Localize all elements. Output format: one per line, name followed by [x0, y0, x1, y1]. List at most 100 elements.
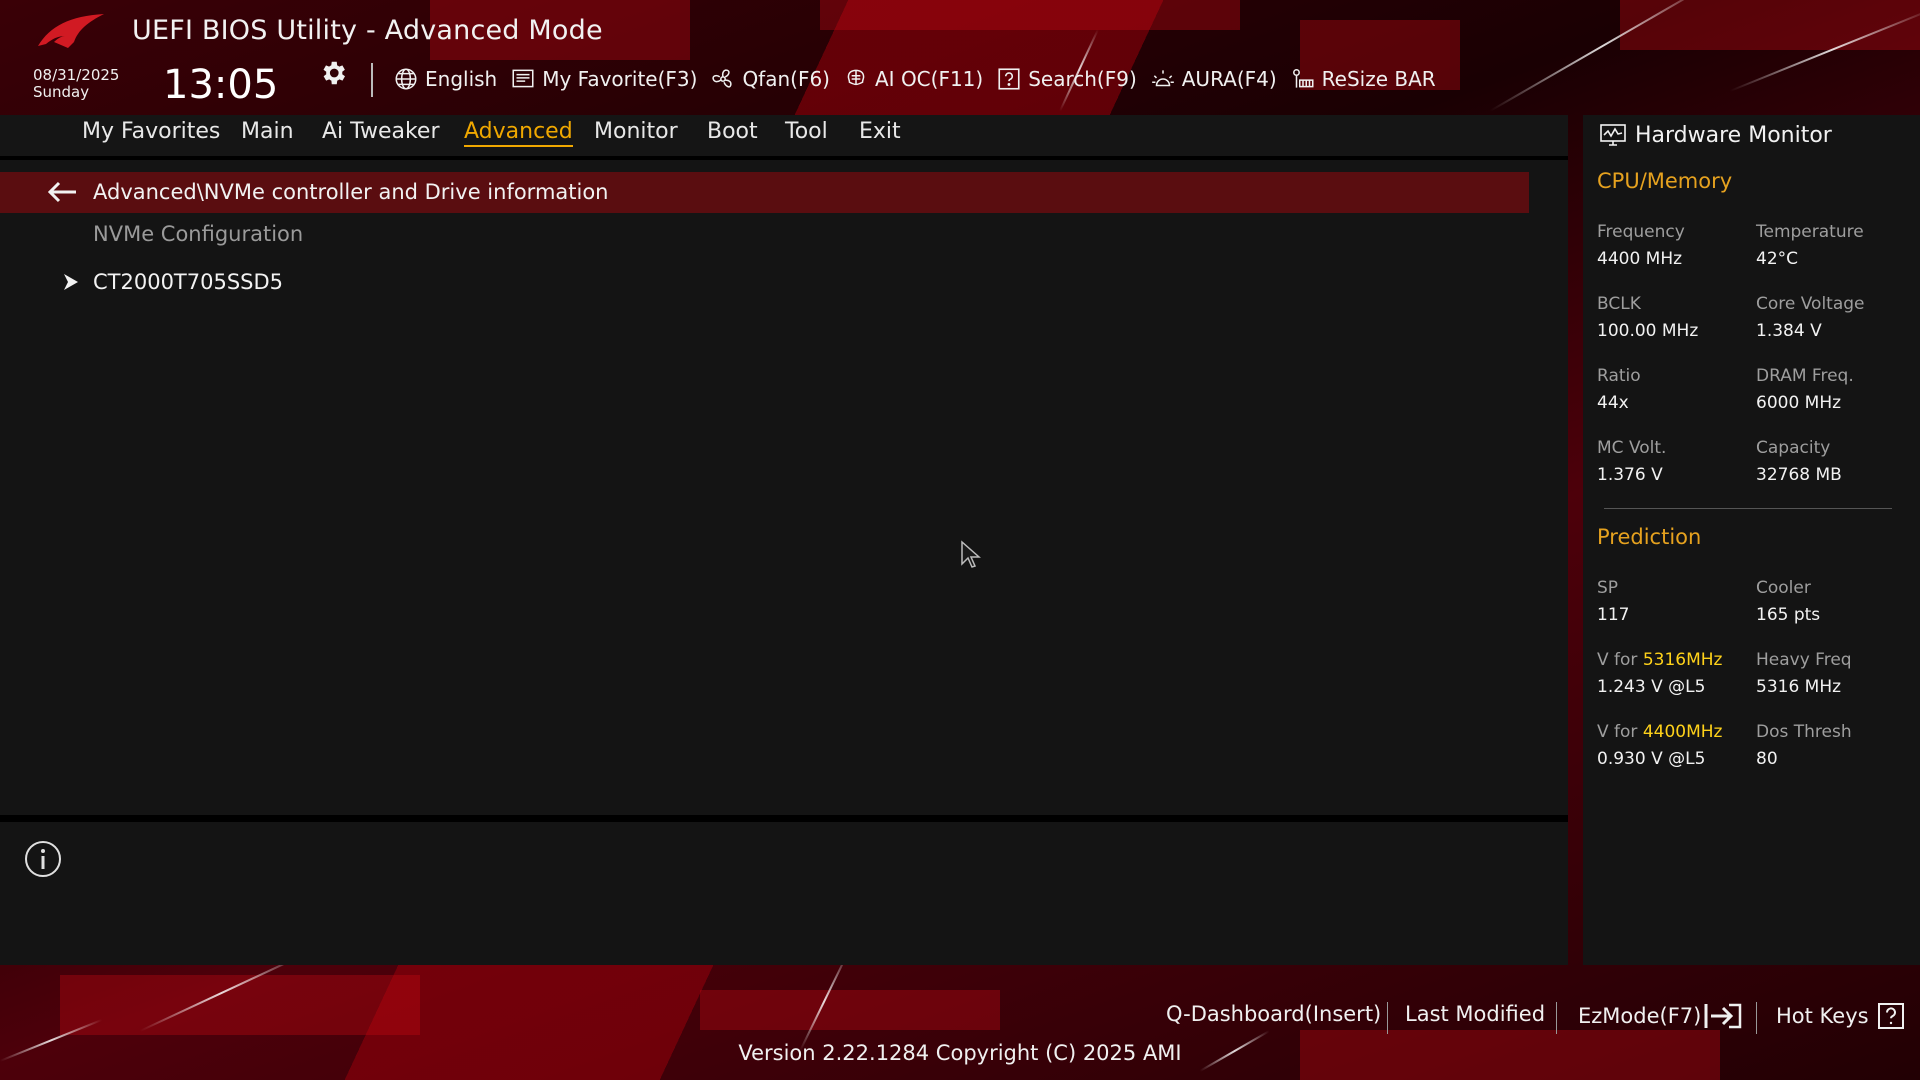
main-panel: Advanced\NVMe controller and Drive infor… [0, 160, 1568, 815]
sp-label: SP [1597, 578, 1619, 598]
resize-bar-button[interactable]: ReSize BAR [1290, 66, 1436, 92]
frequency-value: 4400 MHz [1597, 249, 1683, 269]
search-label: Search(F9) [1028, 67, 1137, 91]
capacity-value: 32768 MB [1756, 465, 1842, 485]
my-favorite-button[interactable]: My Favorite(F3) [510, 66, 697, 92]
hot-keys-label: Hot Keys [1776, 1004, 1869, 1028]
hardware-monitor-header: Hardware Monitor [1599, 115, 1832, 155]
dram-freq-label: DRAM Freq. [1756, 366, 1854, 386]
v-for-high-freq: 5316MHz [1642, 650, 1723, 670]
q-dashboard-label: Q-Dashboard(Insert) [1166, 1002, 1382, 1026]
aura-button[interactable]: AURA(F4) [1150, 66, 1277, 92]
nvme-drive-item[interactable]: CT2000T705SSD5 [62, 268, 1462, 302]
hardware-monitor-divider [1604, 508, 1892, 509]
cooler-label: Cooler [1756, 578, 1811, 598]
language-button[interactable]: English [393, 66, 497, 92]
tab-main[interactable]: Main [241, 119, 294, 144]
help-info-panel [0, 822, 1568, 965]
nvme-drive-label: CT2000T705SSD5 [93, 270, 284, 294]
hardware-monitor-panel: Hardware Monitor CPU/Memory Frequency 44… [1583, 115, 1920, 965]
heavy-freq-value: 5316 MHz [1756, 677, 1842, 697]
ezmode-label: EzMode(F7) [1578, 1004, 1702, 1028]
dos-thresh-value: 80 [1756, 749, 1778, 769]
toolbar: English My Favorite(F3) Qfan(F6) AI OC(F… [393, 61, 1449, 97]
help-question-icon [1877, 1003, 1904, 1029]
monitor-icon [1600, 124, 1626, 146]
footer-separator [1756, 1002, 1757, 1034]
prediction-title: Prediction [1597, 525, 1702, 549]
mouse-cursor-icon [961, 540, 981, 568]
exit-arrow-icon [1704, 1003, 1742, 1029]
rog-logo-icon [38, 14, 104, 48]
aura-label: AURA(F4) [1181, 67, 1277, 91]
tab-tool[interactable]: Tool [785, 119, 828, 144]
cooler-value: 165 pts [1756, 605, 1821, 625]
back-arrow-icon[interactable] [46, 180, 78, 204]
footer-separator [1387, 1002, 1388, 1034]
tab-advanced[interactable]: Advanced [464, 119, 573, 147]
header-bar: UEFI BIOS Utility - Advanced Mode 08/31/… [0, 0, 1920, 115]
weekday-text: Sunday [33, 83, 90, 101]
core-voltage-value: 1.384 V [1756, 321, 1822, 341]
gear-icon[interactable] [318, 58, 348, 88]
ratio-label: Ratio [1597, 366, 1641, 386]
dram-freq-value: 6000 MHz [1756, 393, 1842, 413]
bclk-label: BCLK [1597, 294, 1641, 314]
chevron-right-icon [64, 274, 78, 290]
qfan-button[interactable]: Qfan(F6) [710, 66, 830, 92]
tab-my-favorites[interactable]: My Favorites [82, 119, 220, 144]
frequency-label: Frequency [1597, 222, 1685, 242]
v-for-high-value: 1.243 V @L5 [1597, 677, 1706, 697]
breadcrumb-path: Advanced\NVMe controller and Drive infor… [93, 180, 609, 204]
hardware-monitor-title: Hardware Monitor [1635, 122, 1832, 148]
ai-oc-label: AI OC(F11) [875, 67, 984, 91]
tab-boot[interactable]: Boot [707, 119, 758, 144]
tab-monitor[interactable]: Monitor [594, 119, 678, 144]
section-label: NVMe Configuration [93, 222, 304, 246]
mc-volt-label: MC Volt. [1597, 438, 1667, 458]
ai-oc-icon [847, 69, 865, 86]
v-for-low-freq: 4400MHz [1642, 722, 1723, 742]
qfan-label: Qfan(F6) [742, 67, 830, 91]
search-button[interactable]: Search(F9) [996, 66, 1137, 92]
bclk-value: 100.00 MHz [1597, 321, 1699, 341]
aura-icon [1151, 70, 1174, 87]
v-for-low-prefix: V for [1597, 722, 1643, 742]
footer-separator [1556, 1002, 1557, 1034]
header-separator [371, 63, 373, 97]
search-help-icon [998, 68, 1020, 90]
temperature-value: 42°C [1756, 249, 1799, 269]
ai-oc-button[interactable]: AI OC(F11) [843, 66, 983, 92]
my-favorite-label: My Favorite(F3) [542, 67, 698, 91]
cpu-memory-title: CPU/Memory [1597, 169, 1733, 193]
menu-tabs: My Favorites Main Ai Tweaker Advanced Mo… [0, 115, 1568, 156]
date-display: 08/31/2025 Sunday [33, 67, 119, 101]
sp-value: 117 [1597, 605, 1630, 625]
hot-keys-button[interactable]: Hot Keys [1776, 1002, 1905, 1030]
favorite-list-icon [512, 69, 534, 88]
app-title: UEFI BIOS Utility - Advanced Mode [132, 15, 603, 46]
last-modified-button[interactable]: Last Modified [1405, 1002, 1545, 1026]
v-for-high-label: V for 5316MHz [1597, 650, 1722, 670]
language-label: English [425, 67, 498, 91]
main-divider [0, 815, 1568, 822]
tab-exit[interactable]: Exit [859, 119, 901, 144]
core-voltage-label: Core Voltage [1756, 294, 1865, 314]
mc-volt-value: 1.376 V [1597, 465, 1663, 485]
q-dashboard-button[interactable]: Q-Dashboard(Insert) [1166, 1002, 1381, 1026]
v-for-high-prefix: V for [1597, 650, 1643, 670]
fan-icon [712, 69, 733, 88]
globe-icon [395, 68, 417, 90]
dos-thresh-label: Dos Thresh [1756, 722, 1852, 742]
resize-bar-icon [1292, 69, 1314, 88]
v-for-low-label: V for 4400MHz [1597, 722, 1722, 742]
v-for-low-value: 0.930 V @L5 [1597, 749, 1706, 769]
capacity-label: Capacity [1756, 438, 1831, 458]
version-text: Version 2.22.1284 Copyright (C) 2025 AMI [738, 1041, 1182, 1065]
resize-bar-label: ReSize BAR [1321, 67, 1436, 91]
tab-ai-tweaker[interactable]: Ai Tweaker [322, 119, 440, 144]
heavy-freq-label: Heavy Freq [1756, 650, 1852, 670]
ezmode-button[interactable]: EzMode(F7) [1578, 1002, 1743, 1030]
clock-time: 13:05 [163, 62, 279, 108]
breadcrumb: Advanced\NVMe controller and Drive infor… [0, 172, 1529, 213]
